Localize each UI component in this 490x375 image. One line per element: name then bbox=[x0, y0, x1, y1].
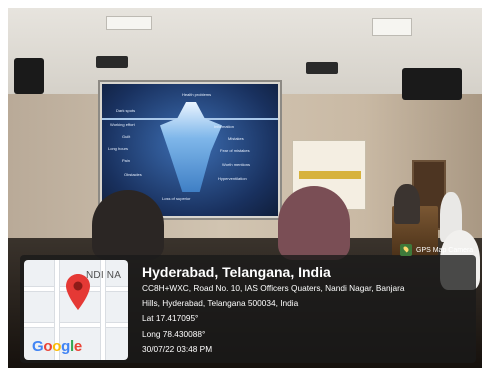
slide-word: Hyperventilation bbox=[218, 176, 247, 181]
slide-word: Dark spots bbox=[116, 108, 136, 113]
wall-speaker bbox=[14, 58, 44, 94]
gps-map-camera-icon bbox=[400, 244, 412, 256]
ceiling-projector bbox=[306, 62, 338, 74]
ceiling-light bbox=[106, 16, 152, 30]
timestamp: 30/07/22 03:48 PM bbox=[142, 343, 213, 354]
google-logo-letter: o bbox=[52, 338, 62, 355]
google-logo-letter: G bbox=[32, 338, 44, 355]
longitude: Long 78.430088° bbox=[142, 328, 206, 339]
audience-member bbox=[278, 186, 350, 260]
map-thumbnail: NDI NA Google bbox=[24, 260, 128, 360]
slide-word: Information bbox=[214, 124, 235, 129]
google-logo-letter: o bbox=[43, 338, 53, 355]
slide-word: Guilt bbox=[122, 134, 131, 139]
slide-word: Loss of superior bbox=[162, 196, 191, 201]
map-place-label: NDI NA bbox=[86, 270, 122, 281]
slide-word: Worth mentions bbox=[222, 162, 250, 167]
slide-word: Long hours bbox=[108, 146, 129, 151]
city-title: Hyderabad, Telangana, India bbox=[142, 264, 331, 280]
map-pin-icon bbox=[66, 274, 90, 310]
app-badge-label: GPS Map Camera bbox=[416, 246, 474, 254]
google-logo: Google bbox=[32, 338, 82, 355]
slide-word: Mistakes bbox=[228, 136, 244, 141]
slide-word: Obstacles bbox=[124, 172, 142, 177]
location-details: Hyderabad, Telangana, India CC8H+WXC, Ro… bbox=[142, 264, 472, 357]
slide-word: Working effort bbox=[110, 122, 135, 127]
google-logo-letter: e bbox=[73, 338, 82, 355]
app-badge: GPS Map Camera bbox=[400, 244, 473, 256]
slide-word: Fear of mistakes bbox=[220, 148, 250, 153]
ceiling-projector bbox=[96, 56, 128, 68]
address-line-1: CC8H+WXC, Road No. 10, IAS Officers Quat… bbox=[142, 283, 405, 293]
wall-speaker bbox=[402, 68, 462, 100]
poster-banner bbox=[299, 171, 361, 179]
iceberg-graphic bbox=[160, 102, 222, 192]
latitude: Lat 17.417095° bbox=[142, 313, 199, 324]
slide-word: Pain bbox=[122, 158, 131, 163]
speaker-person bbox=[394, 184, 420, 224]
google-logo-letter: g bbox=[61, 338, 70, 355]
slide-word: Health problems bbox=[182, 92, 212, 97]
address-line-2: Hills, Hyderabad, Telangana 500034, Indi… bbox=[142, 298, 299, 309]
ceiling-light bbox=[372, 18, 412, 36]
map-road bbox=[24, 322, 128, 328]
audience-member bbox=[92, 190, 164, 260]
